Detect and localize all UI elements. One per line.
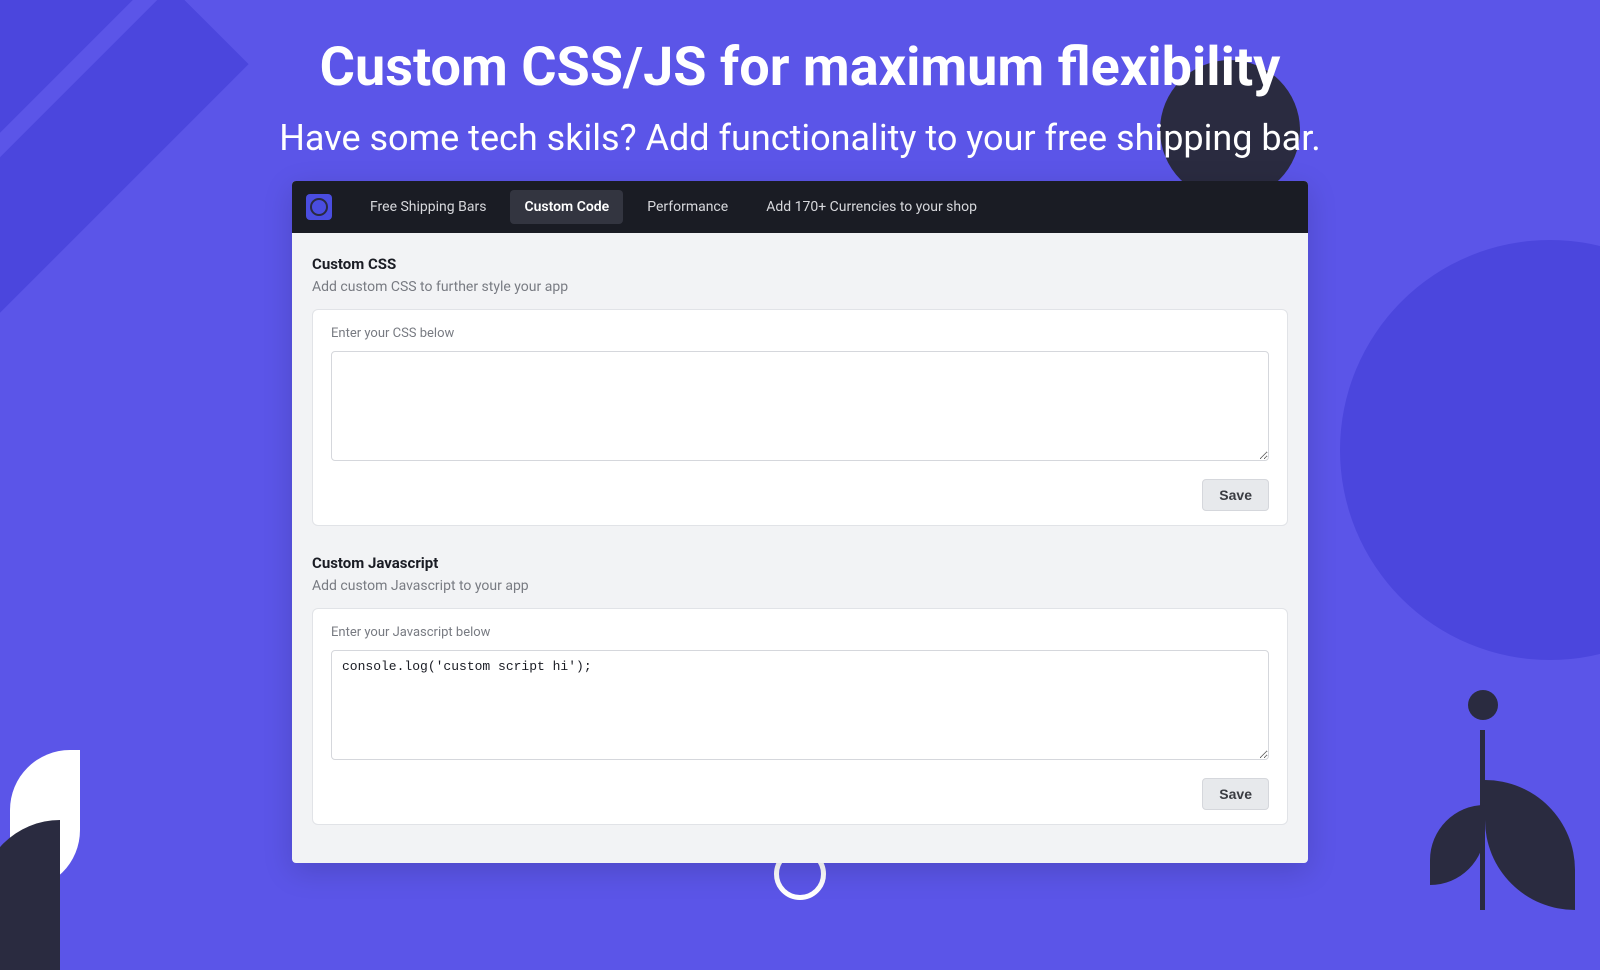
hero-title: Custom CSS/JS for maximum flexibility bbox=[0, 0, 1600, 99]
save-button-js[interactable]: Save bbox=[1202, 778, 1269, 810]
card-js: Enter your Javascript below Save bbox=[312, 608, 1288, 825]
nav-item-custom-code[interactable]: Custom Code bbox=[510, 190, 623, 224]
app-nav: Free Shipping Bars Custom Code Performan… bbox=[292, 181, 1308, 233]
field-label-js: Enter your Javascript below bbox=[331, 625, 1269, 640]
section-title-js: Custom Javascript bbox=[312, 554, 1288, 572]
js-textarea[interactable] bbox=[331, 650, 1269, 760]
bg-circle bbox=[1340, 240, 1600, 660]
section-description-css: Add custom CSS to further style your app bbox=[312, 279, 1288, 295]
hero-subtitle: Have some tech skils? Add functionality … bbox=[0, 117, 1600, 159]
app-screenshot-frame: Free Shipping Bars Custom Code Performan… bbox=[292, 181, 1308, 863]
section-description-js: Add custom Javascript to your app bbox=[312, 578, 1288, 594]
field-label-css: Enter your CSS below bbox=[331, 326, 1269, 341]
css-textarea[interactable] bbox=[331, 351, 1269, 461]
card-actions-js: Save bbox=[331, 778, 1269, 810]
save-button-css[interactable]: Save bbox=[1202, 479, 1269, 511]
app-logo-icon bbox=[306, 194, 332, 220]
app-body: Custom CSS Add custom CSS to further sty… bbox=[292, 233, 1308, 863]
card-css: Enter your CSS below Save bbox=[312, 309, 1288, 526]
card-actions-css: Save bbox=[331, 479, 1269, 511]
nav-item-add-currencies[interactable]: Add 170+ Currencies to your shop bbox=[752, 190, 991, 224]
bg-plant-decoration bbox=[1370, 690, 1570, 910]
section-title-css: Custom CSS bbox=[312, 255, 1288, 273]
bg-leaf-decoration bbox=[0, 750, 90, 930]
nav-item-free-shipping-bars[interactable]: Free Shipping Bars bbox=[356, 190, 500, 224]
nav-item-performance[interactable]: Performance bbox=[633, 190, 742, 224]
